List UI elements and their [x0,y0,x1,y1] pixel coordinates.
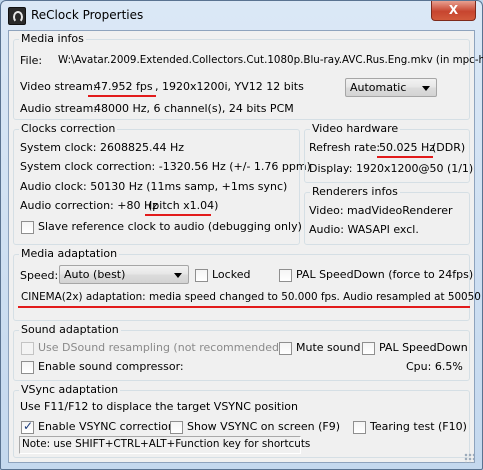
media-adaptation-group: Media adaptation Speed: Auto (best) Lock… [13,247,483,321]
video-fps-underline [88,95,156,97]
vsync-adaptation-group: VSync adaptation Use F11/F12 to displace… [13,383,470,458]
video-stream-label: Video stream: [20,80,97,93]
slave-clock-label: Slave reference clock to audio (debuggin… [38,220,302,233]
renderers-infos-group: Renderers infos Video: madVideoRenderer … [304,185,470,245]
system-clock: System clock: 2608825.44 Hz [20,141,184,154]
chevron-down-icon [422,86,430,91]
audio-renderer: Audio: WASAPI excl. [309,223,419,236]
renderer-mode-value: Automatic [350,81,407,94]
refresh-rate-underline [377,156,433,158]
video-renderer: Video: madVideoRenderer [309,204,453,217]
refresh-rate-label: Refresh rate: [309,141,381,154]
sound-pal-speeddown-checkbox[interactable] [362,342,375,355]
audio-correction-pitch: (pitch x1.04) [148,199,219,212]
tearing-test-checkbox[interactable] [353,421,366,434]
cpu-usage: Cpu: 6.5% [406,360,463,373]
audio-stream-value: 48000 Hz, 6 channel(s), 24 bits PCM [94,102,294,115]
media-infos-group: Media infos File: W:\Avatar.2009.Extende… [13,32,483,120]
video-stream-details: , 1920x1200i, YV12 12 bits [155,80,304,93]
client-area: Media infos File: W:\Avatar.2009.Extende… [8,30,483,463]
video-hardware-legend: Video hardware [310,122,401,135]
locked-checkbox[interactable] [195,269,208,282]
dsound-resampling-checkbox[interactable] [21,342,34,355]
pal-speeddown-checkbox[interactable] [279,269,292,282]
adaptation-status: CINEMA(2x) adaptation: media speed chang… [21,291,483,303]
refresh-rate-suffix: (DDR) [432,141,466,154]
clocks-correction-legend: Clocks correction [19,122,118,135]
speed-label: Speed: [20,269,59,282]
adaptation-status-underline [18,306,470,308]
audio-clock: Audio clock: 50130 Hz (11ms samp, +1ms s… [20,180,288,193]
shortcut-note: Note: use SHIFT+CTRL+ALT+Function key fo… [22,438,311,450]
refresh-rate-value: 50.025 Hz [379,141,436,154]
close-button[interactable]: X [431,1,476,21]
sound-pal-speeddown-label: PAL SpeedDown [379,341,468,354]
speed-select-value: Auto (best) [64,268,126,281]
sound-adaptation-group: Sound adaptation Use DSound resampling (… [13,323,470,381]
clocks-correction-group: Clocks correction System clock: 2608825.… [13,122,311,245]
show-vsync-label: Show VSYNC on screen (F9) [187,420,340,433]
dsound-resampling-label: Use DSound resampling (not recommended) [38,341,284,354]
tearing-test-label: Tearing test (F10) [370,420,467,433]
enable-vsync-checkbox[interactable] [21,419,34,434]
locked-label: Locked [212,268,251,281]
resize-grip[interactable] [464,453,474,463]
audio-stream-label: Audio stream: [20,102,98,115]
title-bar[interactable]: ReClock Properties X [1,1,482,30]
enable-vsync-label: Enable VSYNC correction [38,420,175,433]
show-vsync-checkbox[interactable] [170,421,183,434]
file-path: W:\Avatar.2009.Extended.Collectors.Cut.1… [58,54,483,66]
video-fps-value: 47.952 fps [94,80,153,93]
system-clock-correction: System clock correction: -1320.56 Hz (+/… [20,160,311,173]
reclock-app-icon [8,7,26,25]
chevron-down-icon [174,273,182,278]
audio-correction-label: Audio correction: +80 Hz [20,199,158,212]
slave-clock-checkbox[interactable] [21,221,34,234]
renderer-mode-select[interactable]: Automatic [345,78,437,97]
display-info: Display: 1920x1200@50 (1/1) [309,162,474,175]
pitch-underline [145,214,211,216]
sound-compressor-checkbox[interactable] [21,361,34,374]
vsync-adaptation-legend: VSync adaptation [19,383,121,396]
properties-window: ReClock Properties X Media infos File: W… [0,0,483,470]
renderers-infos-legend: Renderers infos [310,185,400,198]
mute-sound-label: Mute sound [296,341,361,354]
pal-speeddown-label: PAL SpeedDown (force to 24fps) [296,268,474,281]
speed-select[interactable]: Auto (best) [59,265,189,284]
mute-sound-checkbox[interactable] [279,342,292,355]
vsync-hint: Use F11/F12 to displace the target VSYNC… [20,400,298,413]
media-infos-legend: Media infos [19,32,86,45]
video-hardware-group: Video hardware Refresh rate: 50.025 Hz (… [304,122,474,183]
sound-adaptation-legend: Sound adaptation [19,323,121,336]
media-adaptation-legend: Media adaptation [19,247,120,260]
window-title: ReClock Properties [31,8,144,22]
sound-compressor-label: Enable sound compressor: [38,360,184,373]
file-label: File: [20,54,43,67]
